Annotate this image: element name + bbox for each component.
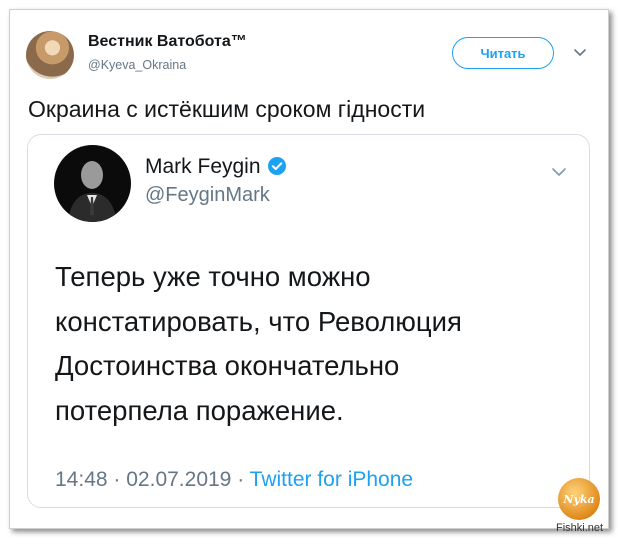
quoted-avatar[interactable]: [54, 145, 131, 222]
watermark-badge: Nyka: [558, 478, 600, 520]
quoted-name-row[interactable]: Mark Feygin: [145, 155, 287, 179]
chevron-down-icon[interactable]: [549, 162, 569, 182]
tweet-date[interactable]: 02.07.2019: [126, 468, 231, 491]
quoted-name[interactable]: Mark Feygin: [145, 155, 261, 178]
tweet-source-link[interactable]: Twitter for iPhone: [250, 468, 413, 491]
person-silhouette: [68, 161, 117, 222]
quoted-handle[interactable]: @FeyginMark: [145, 184, 270, 207]
quoted-text: Теперь уже точно можно констатировать, ч…: [55, 255, 565, 433]
watermark-site: Fishki.net: [556, 522, 604, 534]
chevron-down-icon[interactable]: [572, 44, 588, 60]
meta-separator: ·: [113, 468, 121, 491]
author-handle[interactable]: @Kyeva_Okraina: [88, 58, 186, 72]
tweet-time[interactable]: 14:48: [55, 468, 108, 491]
author-name[interactable]: Вестник Ватобота™: [88, 33, 247, 51]
quoted-text-line: Достоинства окончательно: [55, 350, 400, 381]
tweet-text: Окраина с истёкшим сроком гідности: [28, 96, 426, 122]
follow-button[interactable]: Читать: [452, 37, 554, 69]
verified-badge-icon: [267, 157, 286, 175]
quoted-text-line: Теперь уже точно можно: [55, 261, 371, 292]
author-avatar[interactable]: [26, 31, 74, 79]
tweet-meta: 14:48 · 02.07.2019 · Twitter for iPhone: [55, 468, 413, 492]
meta-separator: ·: [237, 468, 245, 491]
quoted-text-line: потерпела поражение.: [55, 394, 344, 426]
quoted-text-line: констатировать, что Революция: [55, 305, 462, 337]
